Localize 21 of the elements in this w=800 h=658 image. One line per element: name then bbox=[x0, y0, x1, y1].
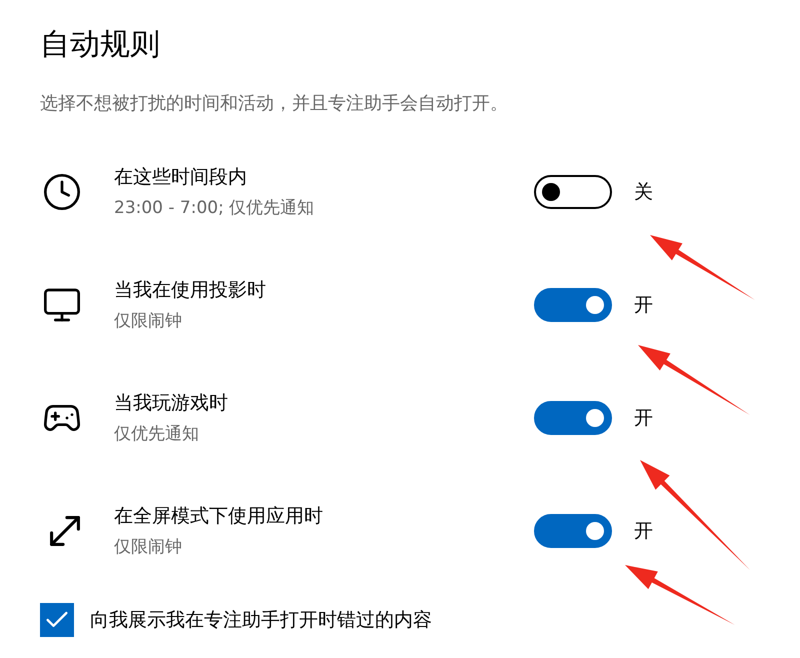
checkbox[interactable] bbox=[40, 603, 74, 637]
toggle-state-label: 关 bbox=[634, 180, 653, 204]
toggle-switch[interactable] bbox=[534, 400, 612, 434]
rule-name: 在这些时间段内 bbox=[114, 165, 248, 190]
rule-name: 当我玩游戏时 bbox=[114, 391, 229, 416]
toggle-switch[interactable] bbox=[534, 288, 612, 322]
rule-detail: 仅限闹钟 bbox=[114, 310, 183, 332]
toggle-state-label: 开 bbox=[634, 518, 653, 544]
toggle-switch[interactable] bbox=[534, 514, 612, 548]
rule-name: 当我在使用投影时 bbox=[114, 278, 267, 303]
toggle-state-label: 开 bbox=[634, 292, 653, 318]
rule-detail: 仅优先通知 bbox=[114, 423, 200, 445]
rule-detail: 仅限闹钟 bbox=[114, 536, 183, 558]
section-description: 选择不想被打扰的时间和活动，并且专注助手会自动打开。 bbox=[40, 92, 509, 115]
rule-name: 在全屏模式下使用应用时 bbox=[114, 504, 324, 529]
checkbox-label: 向我展示我在专注助手打开时错过的内容 bbox=[90, 608, 432, 633]
toggle-state-label: 开 bbox=[634, 406, 653, 430]
clock-icon bbox=[42, 172, 82, 212]
rule-detail: 23:00 - 7:00; 仅优先通知 bbox=[114, 197, 316, 219]
toggle-switch[interactable] bbox=[534, 174, 612, 208]
section-title: 自动规则 bbox=[40, 26, 161, 64]
